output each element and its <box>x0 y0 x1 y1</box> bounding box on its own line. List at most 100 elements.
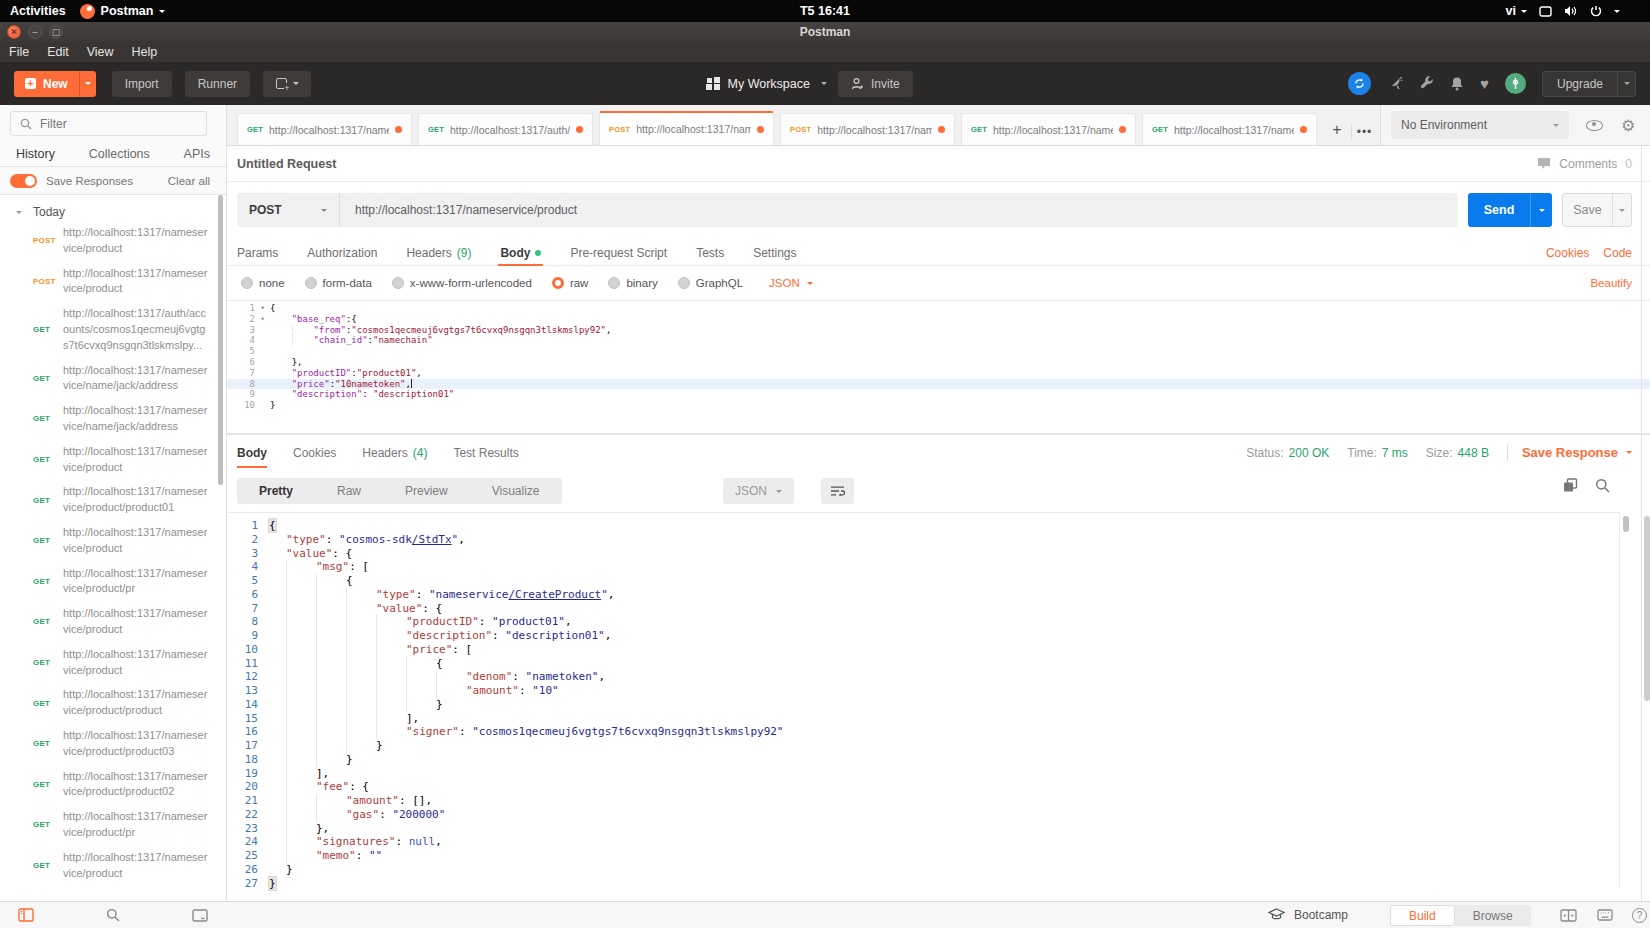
browse-tab[interactable]: Browse <box>1455 905 1531 926</box>
body-language-selector[interactable]: JSON <box>769 277 813 289</box>
save-button[interactable]: Save <box>1562 193 1632 227</box>
sidebar-tab-apis[interactable]: APIs <box>184 147 210 161</box>
environment-quick-look-icon[interactable] <box>1586 120 1603 131</box>
filter-box[interactable] <box>10 111 207 136</box>
history-item[interactable]: GEThttp://localhost:1317/nameservice/nam… <box>33 403 226 435</box>
menu-help[interactable]: Help <box>132 45 158 59</box>
request-tab-params[interactable]: Params <box>237 240 278 265</box>
clear-all-button[interactable]: Clear all <box>168 175 210 187</box>
history-item[interactable]: POSThttp://localhost:1317/nameservice/pr… <box>33 266 226 298</box>
request-tab-headers[interactable]: Headers(9) <box>406 240 471 265</box>
avatar[interactable] <box>1505 73 1526 94</box>
sidebar-toggle-icon[interactable] <box>18 908 34 922</box>
upgrade-button[interactable]: Upgrade <box>1542 71 1636 97</box>
save-response-button[interactable]: Save Response <box>1522 445 1632 460</box>
cookies-link[interactable]: Cookies <box>1546 246 1589 260</box>
body-type-form-data[interactable]: form-data <box>305 277 372 289</box>
body-type-x-www-form-urlencoded[interactable]: x-www-form-urlencoded <box>392 277 532 289</box>
response-view-raw[interactable]: Raw <box>315 484 383 498</box>
new-dropdown-arrow[interactable] <box>79 71 96 97</box>
window-close-button[interactable]: ✕ <box>7 25 21 39</box>
history-item[interactable]: GEThttp://localhost:1317/nameservice/pro… <box>33 850 226 882</box>
response-view-visualize[interactable]: Visualize <box>470 484 562 498</box>
response-tab-cookies[interactable]: Cookies <box>293 435 336 470</box>
response-language-selector[interactable]: JSON <box>723 478 794 504</box>
request-tab-authorization[interactable]: Authorization <box>307 240 377 265</box>
history-item[interactable]: GEThttp://localhost:1317/nameservice/nam… <box>33 363 226 395</box>
clock[interactable]: T5 16:41 <box>800 4 850 18</box>
user-menu[interactable]: vi <box>1506 4 1527 18</box>
gear-icon[interactable]: ⚙ <box>1621 116 1635 135</box>
window-minimize-button[interactable]: – <box>28 25 42 39</box>
send-dropdown-arrow[interactable] <box>1530 193 1552 227</box>
main-scrollbar[interactable] <box>1641 146 1650 901</box>
two-pane-view-icon[interactable] <box>1560 909 1577 922</box>
new-button[interactable]: +New <box>14 71 96 97</box>
response-view-preview[interactable]: Preview <box>383 484 470 498</box>
request-tab-settings[interactable]: Settings <box>753 240 796 265</box>
body-type-none[interactable]: none <box>241 277 285 289</box>
open-new-button[interactable] <box>263 71 311 97</box>
body-type-graphql[interactable]: GraphQL <box>678 277 743 289</box>
history-item[interactable]: GEThttp://localhost:1317/nameservice/pro… <box>33 647 226 679</box>
response-tab-test-results[interactable]: Test Results <box>453 435 518 470</box>
beautify-link[interactable]: Beautify <box>1590 277 1632 289</box>
url-input[interactable]: http://localhost:1317/nameservice/produc… <box>340 203 1458 217</box>
request-body-editor[interactable]: 1▾2▾345678910 {"base_req":{"from":"cosmo… <box>227 300 1650 434</box>
tab-options-button[interactable]: ••• <box>1351 125 1377 139</box>
request-tab[interactable]: POSThttp://localhost:1317/name... <box>780 113 955 145</box>
request-tab[interactable]: GEThttp://localhost:1317/names... <box>1142 113 1317 145</box>
search-icon[interactable] <box>1595 478 1610 493</box>
history-item[interactable]: GEThttp://localhost:1317/nameservice/pro… <box>33 444 226 476</box>
request-tab[interactable]: GEThttp://localhost:1317/names... <box>237 113 412 145</box>
menu-file[interactable]: File <box>9 45 29 59</box>
history-group-today[interactable]: Today <box>0 195 226 225</box>
body-type-binary[interactable]: binary <box>608 277 657 289</box>
code-link[interactable]: Code <box>1603 246 1632 260</box>
request-tab-body[interactable]: Body <box>500 240 541 265</box>
volume-icon[interactable] <box>1564 5 1578 17</box>
request-tab[interactable]: POSThttp://localhost:1317/name... <box>599 111 774 145</box>
history-item[interactable]: GEThttp://localhost:1317/nameservice/pro… <box>33 606 226 638</box>
save-responses-toggle[interactable] <box>10 174 37 188</box>
invite-button[interactable]: Invite <box>838 71 913 97</box>
heart-icon[interactable]: ♥ <box>1480 75 1489 92</box>
wrap-text-button[interactable] <box>821 478 854 504</box>
runner-button[interactable]: Runner <box>185 71 250 97</box>
response-body-viewer[interactable]: 1234567891011121314151617181920212223242… <box>227 512 1620 887</box>
app-menu[interactable]: Postman <box>80 4 166 19</box>
window-maximize-button[interactable]: ▢ <box>49 25 63 39</box>
response-tab-headers[interactable]: Headers(4) <box>362 435 427 470</box>
sidebar-scrollbar[interactable] <box>218 195 223 485</box>
method-selector[interactable]: POST <box>237 193 340 227</box>
history-item[interactable]: GEThttp://localhost:1317/nameservice/pro… <box>33 566 226 598</box>
sidebar-tab-collections[interactable]: Collections <box>89 147 150 161</box>
sidebar-tab-history[interactable]: History <box>16 147 55 161</box>
history-item[interactable]: GEThttp://localhost:1317/nameservice/pro… <box>33 687 226 719</box>
filter-input[interactable] <box>40 117 170 131</box>
environment-selector[interactable]: No Environment <box>1391 111 1569 139</box>
chevron-down-icon[interactable] <box>1614 10 1620 13</box>
menu-edit[interactable]: Edit <box>47 45 69 59</box>
request-tab-pre-request-script[interactable]: Pre-request Script <box>570 240 667 265</box>
keyboard-layout-icon[interactable] <box>1539 6 1552 17</box>
request-tab-tests[interactable]: Tests <box>696 240 724 265</box>
wrench-icon[interactable] <box>1419 76 1434 91</box>
search-icon[interactable] <box>106 908 120 922</box>
history-item[interactable]: GEThttp://localhost:1317/nameservice/pro… <box>33 809 226 841</box>
history-item[interactable]: POSThttp://localhost:1317/nameservice/pr… <box>33 225 226 257</box>
history-item[interactable]: GEThttp://localhost:1317/nameservice/pro… <box>33 484 226 516</box>
response-scrollbar[interactable] <box>1623 516 1629 532</box>
workspace-switcher[interactable]: My Workspace <box>706 77 827 91</box>
copy-icon[interactable] <box>1563 478 1578 493</box>
activities-button[interactable]: Activities <box>10 4 66 18</box>
keyboard-shortcuts-icon[interactable] <box>1597 909 1613 921</box>
history-item[interactable]: GEThttp://localhost:1317/nameservice/pro… <box>33 525 226 557</box>
sync-icon[interactable] <box>1348 72 1371 95</box>
menu-view[interactable]: View <box>87 45 114 59</box>
power-icon[interactable] <box>1590 5 1602 17</box>
help-icon[interactable]: ? <box>1632 908 1647 923</box>
request-tab[interactable]: GEThttp://localhost:1317/names... <box>961 113 1136 145</box>
body-type-raw[interactable]: raw <box>552 277 589 289</box>
history-item[interactable]: GEThttp://localhost:1317/nameservice/pro… <box>33 769 226 801</box>
